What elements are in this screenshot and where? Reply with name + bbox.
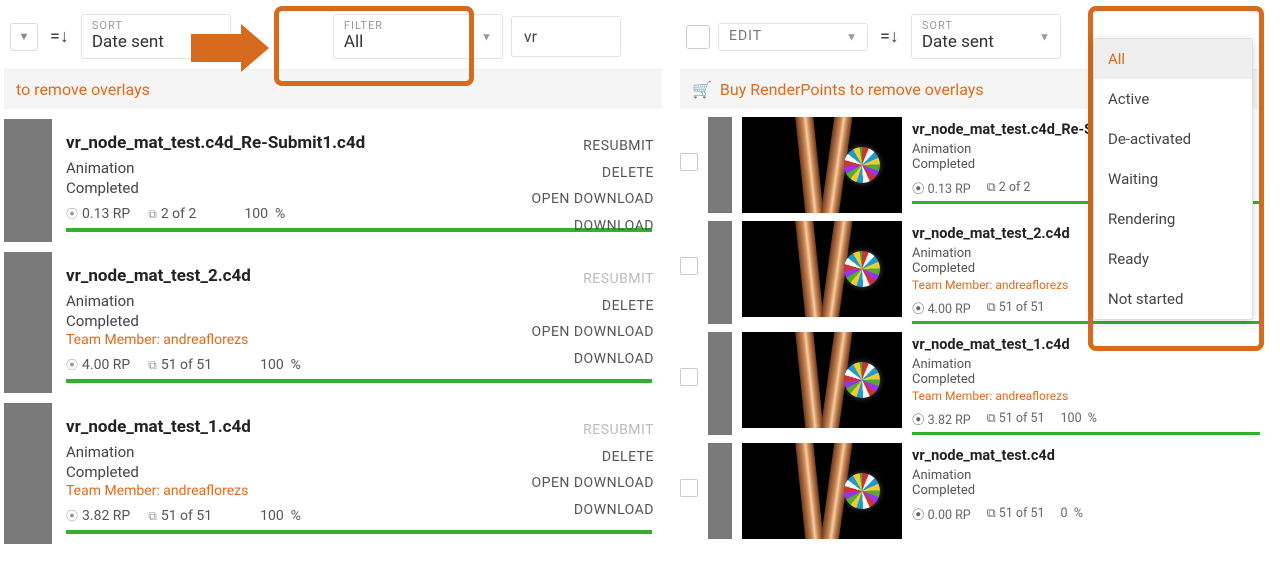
job-thumbnail — [742, 443, 902, 539]
chevron-down-icon: ▼ — [481, 30, 492, 43]
sort-value: Date sent — [922, 32, 1050, 52]
delete-button[interactable]: DELETE — [531, 160, 654, 187]
delete-button[interactable]: DELETE — [531, 293, 654, 320]
download-button[interactable]: DOWNLOAD — [531, 346, 654, 373]
job-row: vr_node_mat_test_1.c4d Animation Complet… — [4, 403, 662, 544]
resubmit-button[interactable]: RESUBMIT — [531, 133, 654, 160]
frames-icon: ⧉ — [987, 506, 996, 521]
job-checkbox[interactable] — [680, 479, 698, 497]
progress-bar — [66, 530, 652, 534]
job-thumb-placeholder — [4, 403, 52, 544]
frames-icon: ⧉ — [987, 300, 996, 315]
filter-option-waiting[interactable]: Waiting — [1094, 159, 1252, 199]
job-team: Team Member: andreaflorezs — [912, 389, 1260, 403]
sort-label: SORT — [922, 19, 1050, 32]
job-actions: RESUBMIT DELETE OPEN DOWNLOAD DOWNLOAD — [531, 266, 654, 372]
rp-icon: ⦿ — [912, 508, 925, 523]
sort-toggle-icon[interactable]: =↓ — [46, 26, 73, 47]
job-type: Animation — [912, 357, 1260, 372]
delete-button[interactable]: DELETE — [531, 444, 654, 471]
job-thumb-placeholder — [708, 221, 732, 324]
rp-icon: ⦿ — [912, 182, 925, 197]
sort-toggle-icon[interactable]: =↓ — [876, 26, 903, 47]
filter-option-all[interactable]: All — [1094, 39, 1252, 79]
frames-icon: ⧉ — [987, 180, 996, 195]
job-thumb-placeholder — [708, 443, 732, 539]
job-status: Completed — [912, 483, 1260, 498]
filter-value: All — [344, 32, 492, 52]
job-thumb-placeholder — [708, 117, 732, 213]
filter-select[interactable]: FILTER All ▼ — [333, 14, 503, 59]
job-type: Animation — [912, 468, 1260, 483]
filter-dropdown-menu: All Active De-activated Waiting Renderin… — [1093, 38, 1253, 320]
job-stats: ⦿ 0.00 RP ⧉ 51 of 51 0 % — [912, 504, 1260, 523]
job-checkbox[interactable] — [680, 257, 698, 275]
job-thumb-placeholder — [708, 332, 732, 435]
frames-icon: ⧉ — [987, 411, 996, 426]
annotation-arrow — [191, 24, 269, 72]
actions-dropdown[interactable]: ▼ — [10, 23, 38, 51]
filter-label: FILTER — [344, 19, 492, 32]
job-title: vr_node_mat_test.c4d — [912, 447, 1260, 464]
sort-select[interactable]: SORT Date sent ▼ — [911, 14, 1061, 59]
chevron-down-icon: ▼ — [846, 30, 857, 43]
edit-select[interactable]: EDIT ▼ — [718, 23, 868, 51]
job-title: vr_node_mat_test_1.c4d — [912, 336, 1260, 353]
edit-label: EDIT — [729, 28, 857, 44]
job-thumb-placeholder — [4, 119, 52, 242]
job-checkbox[interactable] — [680, 153, 698, 171]
rp-icon: ⦿ — [66, 207, 78, 221]
job-checkbox[interactable] — [680, 368, 698, 386]
filter-option-ready[interactable]: Ready — [1094, 239, 1252, 279]
job-thumbnail — [742, 221, 902, 317]
filter-option-rendering[interactable]: Rendering — [1094, 199, 1252, 239]
filter-option-deactivated[interactable]: De-activated — [1094, 119, 1252, 159]
rp-icon: ⦿ — [912, 302, 925, 317]
progress-bar — [912, 321, 1260, 324]
filter-option-active[interactable]: Active — [1094, 79, 1252, 119]
resubmit-button[interactable]: RESUBMIT — [531, 266, 654, 293]
buy-text: Buy RenderPoints to remove overlays — [720, 80, 984, 99]
open-download-button[interactable]: OPEN DOWNLOAD — [531, 319, 654, 346]
job-actions: RESUBMIT DELETE OPEN DOWNLOAD DOWNLOAD — [531, 417, 654, 523]
chevron-down-icon: ▼ — [1039, 30, 1050, 43]
frames-icon: ⧉ — [148, 207, 157, 221]
filter-option-notstarted[interactable]: Not started — [1094, 279, 1252, 319]
job-row: vr_node_mat_test_2.c4d Animation Complet… — [4, 252, 662, 393]
rp-icon: ⦿ — [66, 358, 78, 372]
job-row: vr_node_mat_test_1.c4d Animation Complet… — [680, 332, 1260, 435]
search-input[interactable]: vr — [511, 16, 621, 57]
job-thumb-placeholder — [4, 252, 52, 393]
left-panel: ▼ =↓ SORT Date sent FILTER All ▼ vr to r… — [4, 6, 662, 544]
job-thumbnail — [742, 117, 902, 213]
download-button[interactable]: DOWNLOAD — [531, 213, 654, 240]
job-row: vr_node_mat_test.c4d Animation Completed… — [680, 443, 1260, 539]
frames-icon: ⧉ — [148, 358, 157, 372]
open-download-button[interactable]: OPEN DOWNLOAD — [531, 186, 654, 213]
job-thumbnail — [742, 332, 902, 428]
select-all-checkbox[interactable] — [686, 25, 710, 49]
rp-icon: ⦿ — [66, 509, 78, 523]
frames-icon: ⧉ — [148, 509, 157, 523]
open-download-button[interactable]: OPEN DOWNLOAD — [531, 470, 654, 497]
job-actions: RESUBMIT DELETE OPEN DOWNLOAD DOWNLOAD — [531, 133, 654, 239]
job-stats: ⦿ 3.82 RP ⧉ 51 of 51 100 % — [912, 409, 1260, 428]
job-row: vr_node_mat_test.c4d_Re-Submit1.c4d Anim… — [4, 119, 662, 242]
progress-bar — [66, 379, 652, 383]
buy-text: to remove overlays — [16, 80, 150, 99]
download-button[interactable]: DOWNLOAD — [531, 497, 654, 524]
cart-icon: 🛒 — [692, 80, 712, 99]
job-status: Completed — [912, 372, 1260, 387]
rp-icon: ⦿ — [912, 413, 925, 428]
left-toolbar: ▼ =↓ SORT Date sent FILTER All ▼ vr — [4, 6, 662, 70]
progress-bar — [912, 432, 1260, 435]
resubmit-button[interactable]: RESUBMIT — [531, 417, 654, 444]
buy-renderpoints-bar[interactable]: to remove overlays — [4, 70, 662, 109]
right-panel: EDIT ▼ =↓ SORT Date sent ▼ 🛒 Buy RenderP… — [680, 6, 1260, 544]
